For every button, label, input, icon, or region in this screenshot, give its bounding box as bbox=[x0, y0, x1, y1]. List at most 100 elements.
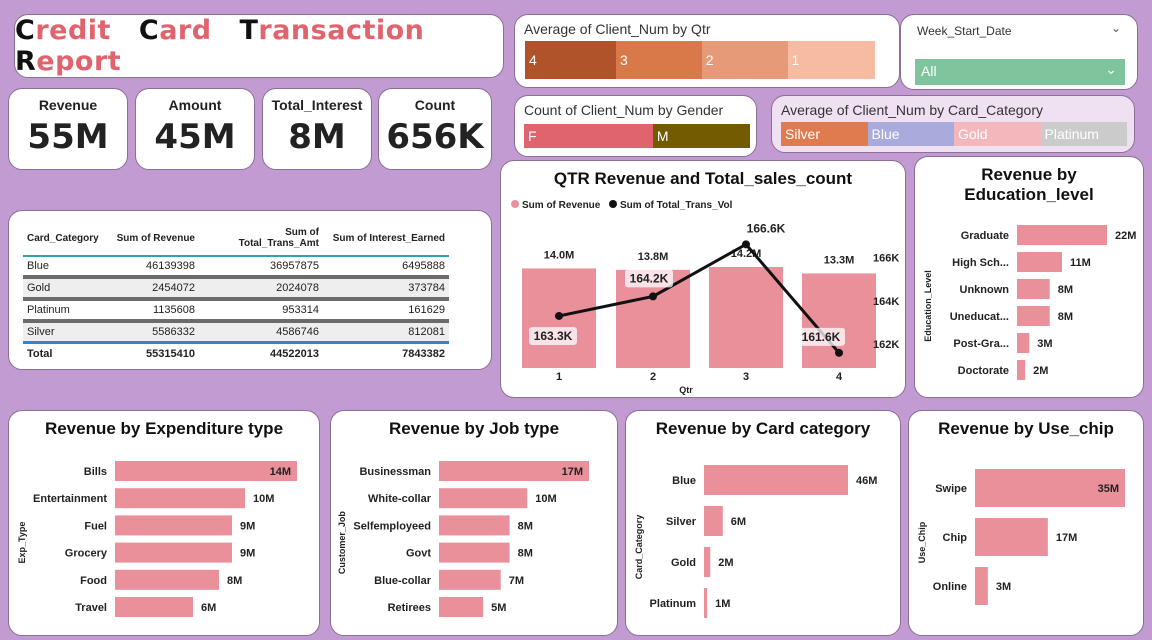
line-point bbox=[555, 311, 563, 320]
bar bbox=[439, 542, 510, 563]
card-summary-table-card: Card_Category Sum of Revenue Sum of Tota… bbox=[8, 210, 492, 370]
table-cell: 46139398 bbox=[146, 260, 195, 272]
dropdown-chevron-icon[interactable]: ⌄ bbox=[1105, 61, 1117, 78]
kpi-value: 8M bbox=[288, 117, 346, 157]
data-label: 6M bbox=[731, 516, 746, 528]
qtr-revenue-chart: Sum of Revenue Sum of Total_Trans_Vol 14.0… bbox=[511, 200, 899, 395]
table-row: Blue 46139398 36957875 6495888 bbox=[23, 256, 449, 277]
table-cell: 36957875 bbox=[270, 260, 319, 272]
category-label: Doctorate bbox=[958, 365, 1009, 377]
data-label: 14.0M bbox=[544, 249, 575, 261]
data-label: 14M bbox=[270, 466, 291, 478]
data-label: 10M bbox=[535, 493, 556, 505]
bar bbox=[439, 515, 510, 536]
data-label: 3M bbox=[996, 581, 1011, 593]
slicer-segment[interactable]: Silver bbox=[781, 122, 868, 146]
category-label: White-collar bbox=[368, 493, 432, 505]
chevron-down-icon[interactable]: ⌄ bbox=[1111, 21, 1121, 35]
bar bbox=[1017, 225, 1107, 245]
table-cell: 4586746 bbox=[276, 326, 319, 338]
data-label: 8M bbox=[518, 520, 533, 532]
data-label: 5M bbox=[491, 602, 506, 614]
title-initial: C bbox=[15, 15, 36, 46]
bar bbox=[115, 488, 245, 509]
table-row: Platinum 1135608 953314 161629 bbox=[23, 299, 449, 321]
table-row: Silver 5586332 4586746 812081 bbox=[23, 321, 449, 343]
slicer-segment[interactable]: 4 bbox=[525, 41, 616, 79]
kpi-value: 656K bbox=[386, 117, 484, 157]
bar bbox=[975, 518, 1048, 556]
qtr-slicer-bar: 4321 bbox=[525, 41, 875, 79]
slicer-segment[interactable]: 2 bbox=[701, 41, 788, 79]
slicer-segment[interactable]: 3 bbox=[616, 41, 702, 79]
bar bbox=[975, 567, 988, 605]
slicer-segment[interactable]: F bbox=[524, 124, 653, 148]
bar bbox=[115, 597, 193, 617]
table-cell: 161629 bbox=[408, 304, 445, 316]
data-label: 35M bbox=[1098, 483, 1119, 495]
week-slicer-title: Week_Start_Date bbox=[917, 24, 1012, 38]
week-dropdown[interactable]: All ⌄ bbox=[915, 59, 1125, 85]
table-header[interactable]: Card_Category bbox=[23, 225, 107, 257]
slicer-segment[interactable]: 1 bbox=[787, 41, 875, 79]
data-label: 13.8M bbox=[638, 251, 669, 263]
tick-label: 1 bbox=[556, 371, 562, 383]
title-initial: R bbox=[15, 46, 37, 77]
job-chart-card: Revenue by Job type Businessman 17M White-… bbox=[330, 410, 618, 636]
table-total-row: Total 55315410 44522013 7843382 bbox=[23, 343, 449, 364]
data-label: 6M bbox=[201, 602, 216, 614]
tick-label: 4 bbox=[836, 371, 843, 383]
slicer-segment[interactable]: Platinum bbox=[1040, 122, 1127, 146]
data-label: 9M bbox=[240, 520, 255, 532]
expenditure-chart-card: Revenue by Expenditure type Bills 14M Ente… bbox=[8, 410, 320, 636]
table-cell: Total bbox=[27, 347, 53, 360]
table-header[interactable]: Sum of Interest_Earned bbox=[323, 225, 449, 257]
bar bbox=[704, 547, 711, 577]
card-slicer-bar: Silver Blue Gold Platinum bbox=[781, 122, 1127, 146]
axis-label: Customer_Job bbox=[337, 511, 347, 575]
table-cell: 7843382 bbox=[402, 347, 445, 360]
slicer-segment[interactable]: Blue bbox=[867, 122, 954, 146]
bar bbox=[1017, 279, 1050, 299]
title-initial: T bbox=[239, 15, 259, 46]
category-label: Entertainment bbox=[33, 493, 107, 505]
category-label: Food bbox=[80, 575, 107, 587]
use-chip-chart: Swipe 35M Chip 17M Online 3M Use_Chip bbox=[917, 469, 1125, 605]
table-cell: Gold bbox=[27, 282, 51, 294]
expenditure-chart: Bills 14M Entertainment 10M Fuel 9M Grocery 9M F… bbox=[17, 461, 297, 617]
table-cell: 1135608 bbox=[152, 304, 195, 316]
data-label: 17M bbox=[562, 466, 583, 478]
category-label: Silver bbox=[666, 516, 697, 528]
kpi-revenue: Revenue 55M bbox=[8, 88, 128, 170]
kpi-value: 45M bbox=[154, 117, 236, 157]
category-label: Uneducat... bbox=[950, 311, 1009, 323]
title-word: ard bbox=[159, 15, 212, 46]
bar bbox=[709, 267, 783, 368]
bar bbox=[1017, 333, 1030, 353]
card-category-chart: Blue 46M Silver 6M Gold 2M Platinum 1M Card_Cate… bbox=[634, 465, 877, 618]
data-label: 7M bbox=[509, 575, 524, 587]
bar bbox=[1017, 306, 1050, 326]
gender-slicer-bar: FM bbox=[524, 124, 750, 148]
data-label: 11M bbox=[1070, 257, 1091, 269]
slicer-segment[interactable]: Gold bbox=[954, 122, 1041, 146]
data-label: 8M bbox=[1058, 284, 1073, 296]
tick-label: 2 bbox=[650, 371, 656, 383]
bar bbox=[439, 597, 484, 617]
category-label: Retirees bbox=[388, 602, 431, 614]
legend-swatch bbox=[511, 200, 519, 208]
card-category-slicer: Average of Client_Num by Card_Category S… bbox=[771, 95, 1135, 153]
category-label: Bills bbox=[84, 466, 107, 478]
table-header[interactable]: Sum of Total_Trans_Amt bbox=[199, 225, 323, 257]
data-label: 166.6K bbox=[747, 221, 786, 235]
use-chip-chart-card: Revenue by Use_chip Swipe 35M Chip 17M Onlin… bbox=[908, 410, 1144, 636]
week-start-date-slicer: Week_Start_Date ⌄ All ⌄ bbox=[900, 14, 1138, 90]
legend-label: Sum of Revenue bbox=[522, 200, 601, 211]
category-label: Gold bbox=[671, 557, 696, 569]
week-dropdown-value: All bbox=[921, 63, 937, 79]
table-cell: 5586332 bbox=[152, 326, 195, 338]
table-cell: 953314 bbox=[282, 304, 319, 316]
slicer-segment[interactable]: M bbox=[652, 124, 750, 148]
data-label: 8M bbox=[1058, 311, 1073, 323]
table-header[interactable]: Sum of Revenue bbox=[107, 225, 199, 257]
